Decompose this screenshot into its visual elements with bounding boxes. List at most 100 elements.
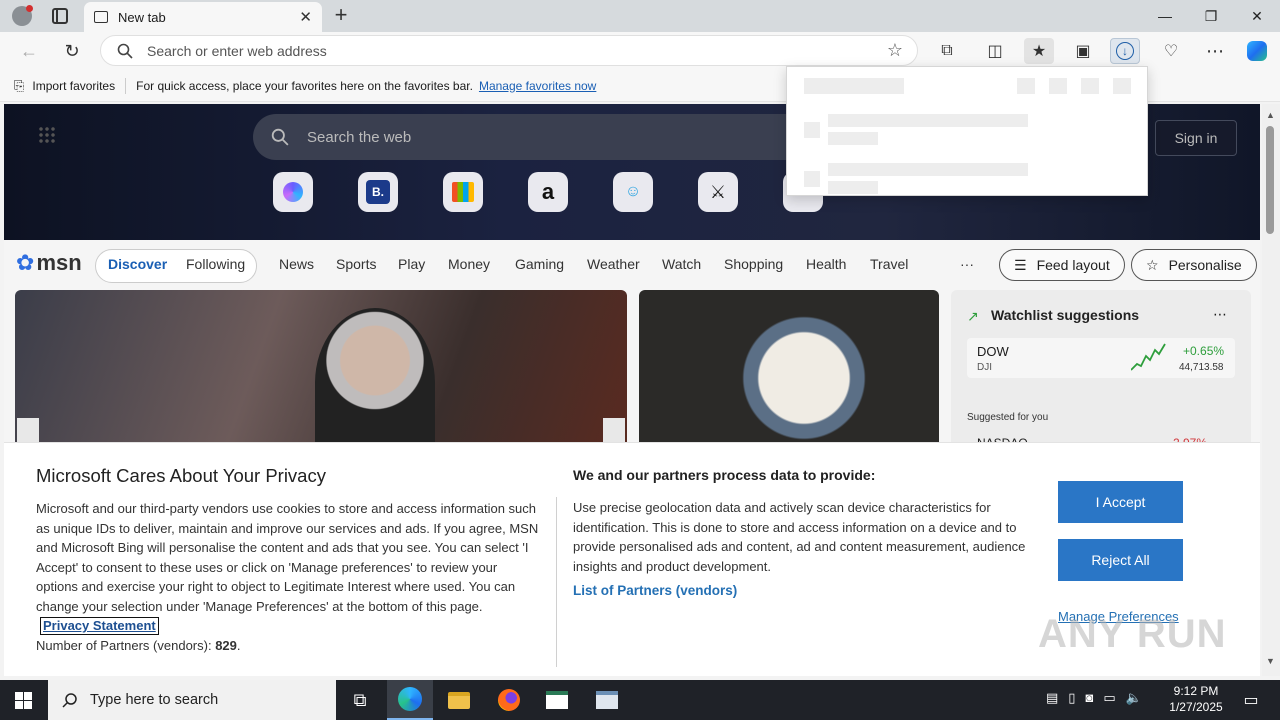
privacy-statement-link[interactable]: Privacy Statement [40, 617, 159, 635]
address-bar[interactable]: Search or enter web address ☆ [100, 35, 918, 66]
start-button[interactable] [0, 680, 46, 720]
nav-sports[interactable]: Sports [336, 256, 376, 272]
restore-button[interactable]: ❐ [1188, 0, 1234, 32]
food-story-card[interactable] [639, 290, 939, 450]
split-screen-icon[interactable]: ◫ [980, 38, 1010, 64]
quicklink-copilot-icon[interactable] [273, 172, 313, 212]
import-favorites-icon: ⎘ [14, 77, 25, 93]
minimize-button[interactable]: — [1142, 0, 1188, 32]
quicklink-booking-icon[interactable]: B. [358, 172, 398, 212]
notification-icon[interactable]: ▭ [1228, 680, 1274, 720]
skeleton-row-icon-2 [804, 171, 820, 187]
copilot-icon[interactable] [1242, 38, 1272, 64]
close-window-button[interactable]: ✕ [1234, 0, 1280, 32]
taskbar-search-placeholder: Type here to search [90, 692, 219, 708]
dow-row[interactable]: DOW DJI +0.65% 44,713.58 [967, 338, 1235, 378]
windows-logo-icon [14, 691, 32, 709]
anyrun-watermark: ANY RUN [1038, 612, 1227, 656]
watchlist-widget: ↗ Watchlist suggestions ⋯ DOW DJI +0.65%… [951, 290, 1251, 450]
feed-layout-button[interactable]: ☰ Feed layout [999, 249, 1125, 281]
tray-volume-icon[interactable]: 🔈 [1126, 690, 1142, 706]
favorites-icon[interactable]: ★ [1024, 38, 1054, 64]
nav-weather[interactable]: Weather [587, 256, 640, 272]
ticker-value: 44,713.58 [1179, 362, 1224, 373]
tab-title: New tab [118, 9, 166, 25]
manage-favorites-link[interactable]: Manage favorites now [479, 79, 596, 93]
nav-play[interactable]: Play [398, 256, 425, 272]
file-explorer-icon[interactable] [436, 680, 482, 720]
list-of-partners-link[interactable]: List of Partners (vendors) [573, 583, 737, 598]
accept-button[interactable]: I Accept [1058, 481, 1183, 523]
app-window-2-icon[interactable] [584, 680, 630, 720]
reject-all-button[interactable]: Reject All [1058, 539, 1183, 581]
watchlist-more-icon[interactable]: ⋯ [1213, 306, 1227, 323]
quicklink-amazon-icon[interactable]: a [528, 172, 568, 212]
skeleton-row-line-2a [828, 163, 1028, 176]
tray-app-icon[interactable]: ▤ [1046, 690, 1058, 706]
settings-more-icon[interactable]: ⋯ [1200, 38, 1230, 64]
browser-essentials-icon[interactable]: ♡ [1156, 38, 1186, 64]
tray-meet-icon[interactable]: ◙ [1085, 690, 1093, 706]
msn-logo[interactable]: ✿ msn [16, 250, 82, 276]
task-view-icon[interactable]: ⧉ [337, 680, 383, 720]
ticker-name: DOW [977, 344, 1009, 359]
msn-navigation: ✿ msn Discover Following News Sports Pla… [4, 240, 1260, 288]
downloads-icon[interactable]: ↓ [1110, 38, 1140, 64]
nav-more-button[interactable]: ··· [960, 256, 974, 272]
tab-actions-icon[interactable] [52, 8, 68, 24]
refresh-icon[interactable]: ↻ [57, 38, 87, 64]
tab-new-tab[interactable]: New tab ✕ [84, 2, 322, 32]
skeleton-row-line-1b [828, 132, 878, 145]
firefox-icon[interactable] [486, 680, 532, 720]
tray-usb-icon[interactable]: ▯ [1068, 690, 1075, 706]
tab-discover[interactable]: Discover [108, 256, 167, 272]
nav-news[interactable]: News [279, 256, 314, 272]
app-window-icon[interactable] [534, 680, 580, 720]
favorite-star-icon[interactable]: ☆ [887, 40, 903, 61]
ticker-change: +0.65% [1183, 344, 1225, 358]
web-search-box[interactable]: Search the web [253, 114, 813, 160]
personalise-button[interactable]: ☆ Personalise [1131, 249, 1257, 281]
nav-watch[interactable]: Watch [662, 256, 701, 272]
import-favorites-button[interactable]: Import favorites [32, 79, 115, 93]
scroll-thumb[interactable] [1266, 126, 1274, 234]
tray-network-icon[interactable]: ▭ [1103, 690, 1115, 706]
featured-story-card[interactable] [15, 290, 627, 450]
taskbar-search-box[interactable]: Type here to search [48, 680, 336, 720]
profile-icon[interactable] [12, 5, 33, 26]
edge-taskbar-icon[interactable] [387, 680, 433, 720]
title-bar: New tab ✕ + — ❐ ✕ [0, 0, 1280, 32]
collections-icon[interactable]: ▣ [1068, 38, 1098, 64]
quicklink-tui-icon[interactable]: ☺ [613, 172, 653, 212]
page-scrollbar[interactable]: ▲ ▼ [1262, 104, 1280, 676]
sliders-icon: ☰ [1014, 256, 1027, 273]
search-icon [62, 693, 77, 708]
tab-following[interactable]: Following [186, 256, 245, 272]
quicklink-game-icon[interactable]: ⚔ [698, 172, 738, 212]
nav-shopping[interactable]: Shopping [724, 256, 783, 272]
nav-money[interactable]: Money [448, 256, 490, 272]
partners-count: 829 [215, 637, 237, 653]
taskbar-clock[interactable]: 9:12 PM 1/27/2025 [1164, 683, 1228, 715]
scroll-down-icon[interactable]: ▼ [1266, 656, 1275, 666]
partners-label: Number of Partners (vendors): [36, 637, 212, 653]
consent-title: Microsoft Cares About Your Privacy [36, 465, 326, 486]
new-tab-button[interactable]: + [330, 4, 352, 28]
nav-gaming[interactable]: Gaming [515, 256, 564, 272]
consent-divider [556, 497, 557, 667]
skeleton-row-icon-1 [804, 122, 820, 138]
nav-travel[interactable]: Travel [870, 256, 908, 272]
downloads-flyout [786, 66, 1148, 196]
nav-health[interactable]: Health [806, 256, 846, 272]
sign-in-button[interactable]: Sign in [1155, 120, 1237, 156]
msn-logo-text: msn [36, 250, 82, 275]
scroll-up-icon[interactable]: ▲ [1266, 110, 1275, 120]
butterfly-icon: ✿ [16, 250, 35, 275]
web-search-placeholder: Search the web [307, 128, 412, 146]
back-icon[interactable]: ← [14, 38, 44, 64]
close-tab-icon[interactable]: ✕ [299, 8, 312, 26]
extensions-icon[interactable]: ⧉ [932, 38, 962, 64]
skeleton-action-4 [1113, 78, 1131, 94]
apps-grid-icon[interactable] [38, 126, 56, 144]
quicklink-store-icon[interactable] [443, 172, 483, 212]
